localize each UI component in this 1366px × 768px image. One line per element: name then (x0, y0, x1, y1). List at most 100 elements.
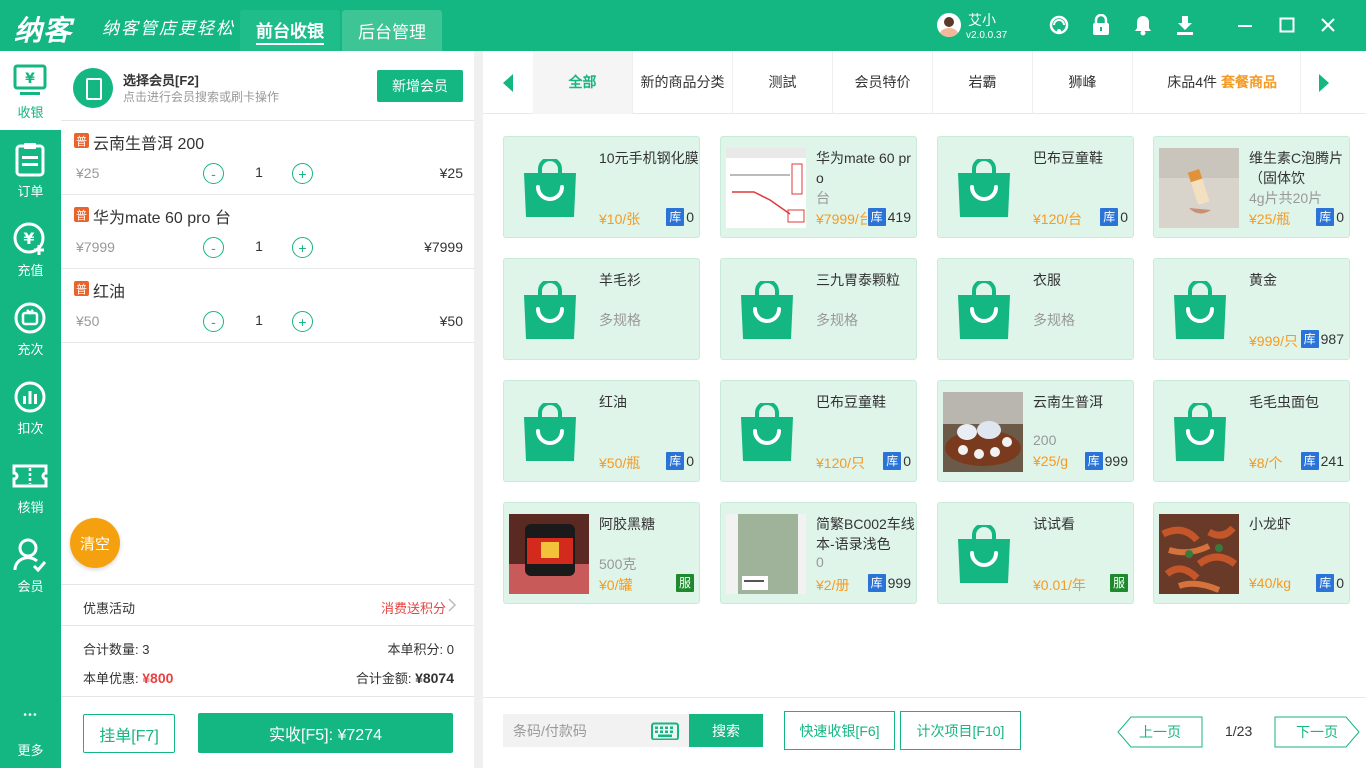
stock-badge: 库 (867, 574, 886, 592)
prev-page-button[interactable]: 上一页 (1117, 716, 1203, 748)
user-avatar[interactable] (937, 13, 961, 37)
tab-back-management[interactable]: 后台管理 (342, 10, 442, 51)
product-card[interactable]: 云南生普洱 200 ¥25/g 库 999 (937, 380, 1134, 482)
qty-plus-button[interactable]: + (292, 163, 313, 184)
nav-item-deduct-times[interactable]: 扣次 (0, 367, 61, 446)
category-tab[interactable]: 狮峰 (1033, 51, 1133, 114)
select-member-hint: 点击进行会员搜索或刷卡操作 (123, 90, 280, 104)
product-card[interactable]: 三九胃泰颗粒 多规格 (720, 258, 917, 360)
product-name: 阿胶黑糖 (599, 516, 655, 532)
product-stock: 库0 (1315, 208, 1344, 226)
pay-button[interactable]: 实收[F5]: ¥7274 (198, 713, 453, 753)
category-tab[interactable]: 会员特价 (833, 51, 933, 114)
stock-badge: 库 (883, 452, 902, 470)
category-tab[interactable]: 岩霸 (933, 51, 1033, 114)
nav-item-verify[interactable]: 核销 (0, 446, 61, 525)
product-card[interactable]: 阿胶黑糖 500克 ¥0/罐 服 (503, 502, 700, 604)
product-card[interactable]: 小龙虾 ¥40/kg 库 0 (1153, 502, 1350, 604)
quick-checkout-button[interactable]: 快速收银[F6] (784, 711, 895, 750)
total-count-value: 3 (142, 642, 150, 657)
qty-plus-button[interactable]: + (292, 237, 313, 258)
hold-order-button[interactable]: 挂单[F7] (83, 714, 175, 753)
product-card[interactable]: 维生素C泡腾片（固体饮 4g片共20片 ¥25/瓶 库 0 (1153, 136, 1350, 238)
product-image (509, 514, 589, 594)
nav-label: 会员 (17, 579, 44, 594)
cart-item[interactable]: 普 红油 ¥50 - 1 + ¥50 (61, 269, 474, 343)
product-name: 华为mate 60 pro (816, 150, 911, 186)
nav-label: 扣次 (17, 421, 44, 436)
minimize-icon[interactable] (1234, 14, 1256, 36)
product-card[interactable]: 羊毛衫 多规格 (503, 258, 700, 360)
cart-item-qty[interactable]: 1 (249, 312, 269, 328)
product-card[interactable]: 衣服 多规格 (937, 258, 1134, 360)
nav-item-order[interactable]: 订单 (0, 130, 61, 209)
product-stock: 服 (675, 574, 694, 592)
product-name: 巴布豆童鞋 (816, 394, 886, 410)
nav-item-member[interactable]: 会员 (0, 525, 61, 604)
category-tab-all[interactable]: 全部 (533, 51, 633, 114)
product-card[interactable]: 黄金 ¥999/只库 987 (1153, 258, 1350, 360)
shopping-bag-icon (956, 523, 1012, 585)
recharge-icon: ¥ (13, 222, 45, 255)
member-card-icon[interactable] (73, 68, 113, 108)
qty-minus-button[interactable]: - (203, 237, 224, 258)
download-icon[interactable] (1174, 14, 1196, 36)
search-button[interactable]: 搜索 (689, 714, 763, 747)
support-icon[interactable] (1048, 14, 1070, 36)
nav-item-recharge[interactable]: ¥ 充值 (0, 209, 61, 288)
category-tab[interactable]: 新的商品分类 (633, 51, 733, 114)
product-stock: 库0 (1315, 574, 1344, 592)
keyboard-icon[interactable] (651, 722, 679, 740)
clear-cart-button[interactable]: 清空 (70, 518, 120, 568)
category-prev-icon[interactable] (503, 74, 513, 92)
tab-front-cashier[interactable]: 前台收银 (240, 10, 340, 51)
bell-icon[interactable] (1132, 14, 1154, 36)
stock-badge: 库 (1100, 208, 1119, 226)
user-name[interactable]: 艾小 (968, 10, 996, 30)
cart-item-qty[interactable]: 1 (249, 238, 269, 254)
close-icon[interactable] (1317, 14, 1339, 36)
cart-item-qty[interactable]: 1 (249, 164, 269, 180)
category-tab[interactable]: 测試 (733, 51, 833, 114)
stock-badge: 库 (1316, 574, 1335, 592)
cart-item[interactable]: 普 华为mate 60 pro 台 ¥7999 - 1 + ¥7999 (61, 195, 474, 269)
product-card[interactable]: 华为mate 60 pro 台 ¥7999/台库 419 (720, 136, 917, 238)
order-amount: 合计金额: ¥8074 (356, 668, 454, 687)
lock-icon[interactable] (1090, 14, 1112, 36)
nav-item-recharge-times[interactable]: 充次 (0, 288, 61, 367)
category-tab[interactable]: 床品4件 (1133, 51, 1217, 114)
category-tab-combo[interactable]: 套餐商品 (1217, 51, 1301, 114)
product-price: ¥0/罐 (599, 577, 633, 593)
nav-item-more[interactable]: 更多 (0, 689, 61, 768)
qty-plus-button[interactable]: + (292, 311, 313, 332)
product-card[interactable]: 试试看 ¥0.01/年 服 (937, 502, 1134, 604)
nav-label: 核销 (17, 500, 44, 515)
new-member-button[interactable]: 新增会员 (377, 70, 463, 102)
product-card[interactable]: 10元手机钢化膜 ¥10/张 库 0 (503, 136, 700, 238)
nav-item-cashier[interactable]: ¥ 收银 (0, 51, 61, 130)
product-card[interactable]: 毛毛虫面包 ¥8/个库 241 (1153, 380, 1350, 482)
nav-label: 充次 (17, 342, 44, 357)
category-next-icon[interactable] (1319, 74, 1329, 92)
next-page-button[interactable]: 下一页 (1274, 716, 1360, 748)
product-price: ¥10/张 (599, 211, 641, 227)
product-card[interactable]: 巴布豆童鞋 ¥120/台库 0 (937, 136, 1134, 238)
qty-minus-button[interactable]: - (203, 311, 224, 332)
cart-item-total: ¥25 (439, 165, 463, 181)
product-card[interactable]: 红油 ¥50/瓶 库 0 (503, 380, 700, 482)
product-card[interactable]: 巴布豆童鞋 ¥120/只库 0 (720, 380, 917, 482)
product-stock: 库 419 (866, 208, 911, 226)
total-count-label: 合计数量: (83, 642, 139, 657)
next-page-label: 下一页 (1296, 724, 1338, 740)
product-card[interactable]: 简繁BC002车线本-语录浅色 0 ¥2/册库 999 (720, 502, 917, 604)
cart-item[interactable]: 普 云南生普洱 200 ¥25 - 1 + ¥25 (61, 121, 474, 195)
promo-link[interactable]: 消费送积分 (381, 598, 446, 617)
order-discount-label: 本单优惠: (83, 671, 139, 686)
qty-minus-button[interactable]: - (203, 163, 224, 184)
chevron-right-icon[interactable] (446, 597, 458, 613)
select-member[interactable]: 选择会员[F2] (123, 70, 199, 89)
recharge-times-icon (14, 302, 46, 334)
cart-item-total: ¥7999 (424, 239, 463, 255)
maximize-icon[interactable] (1276, 14, 1298, 36)
times-items-button[interactable]: 计次项目[F10] (900, 711, 1021, 750)
